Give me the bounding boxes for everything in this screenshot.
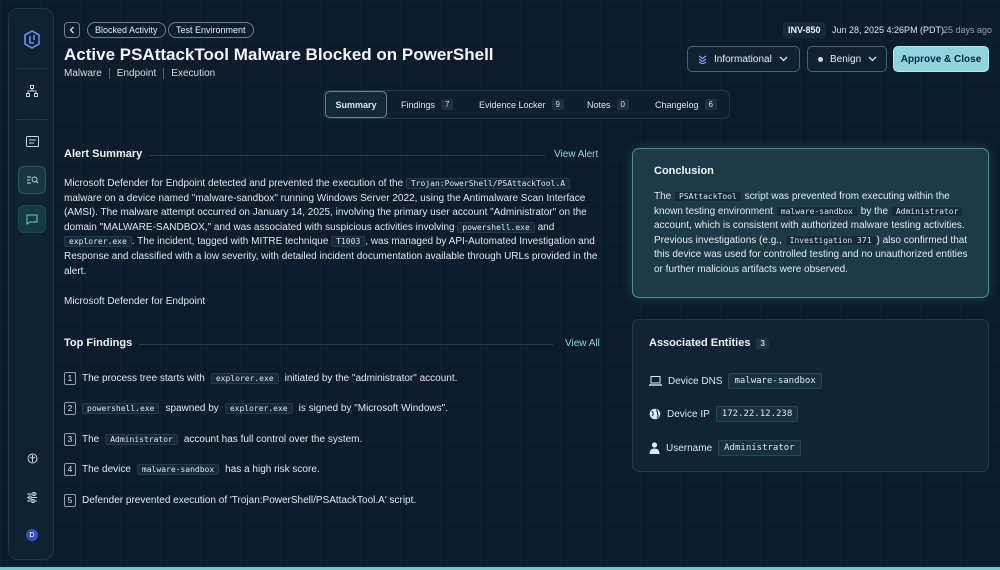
tab-evidence-locker[interactable]: Evidence Locker 9	[479, 91, 564, 118]
section-divider	[150, 155, 545, 156]
top-findings-title: Top Findings	[64, 337, 133, 349]
tab-count: 6	[704, 99, 717, 110]
code-token: T1003	[331, 236, 366, 248]
id-card-icon[interactable]	[18, 127, 46, 155]
back-button[interactable]	[64, 22, 80, 38]
code-token: explorer.exe	[64, 236, 132, 248]
finding-item: 4 The device malware-sandbox has a high …	[64, 463, 320, 476]
verdict-dropdown[interactable]: Benign	[807, 46, 887, 72]
finding-item: 3 The Administrator account has full con…	[64, 433, 362, 446]
entities-count: 3	[756, 337, 769, 349]
entities-title: Associated Entities 3	[649, 337, 769, 349]
severity-label: Informational	[714, 53, 772, 65]
logo-icon[interactable]	[18, 26, 46, 54]
status-dot-icon	[818, 56, 823, 62]
timestamp: Jun 28, 2025 4:26PM (PDT)	[832, 25, 945, 35]
finding-item: 5 Defender prevented execution of 'Troja…	[64, 494, 416, 507]
page-title: Active PSAttackTool Malware Blocked on P…	[64, 45, 494, 64]
verdict-label: Benign	[830, 53, 862, 65]
relative-time: 25 days ago	[943, 25, 993, 35]
tab-count: 0	[616, 99, 629, 110]
breadcrumb-test-environment[interactable]: Test Environment	[168, 22, 254, 38]
tab-label: Notes	[587, 99, 611, 110]
entity-row-device-dns[interactable]: Device DNS malware-sandbox	[649, 373, 822, 389]
alert-summary-text: Microsoft Defender for Endpoint detected…	[64, 178, 598, 277]
tag: Execution	[171, 68, 216, 79]
brain-icon[interactable]	[18, 445, 46, 473]
tab-summary[interactable]: Summary	[325, 91, 387, 118]
associated-entities-card: Associated Entities 3 Device DNS malware…	[632, 319, 989, 472]
globe-icon	[649, 408, 661, 420]
conclusion-text: The PSAttackTool script was prevented fr…	[654, 191, 968, 275]
chevron-left-icon	[69, 26, 74, 34]
hierarchy-icon[interactable]	[18, 77, 46, 105]
severity-dropdown[interactable]: Informational	[687, 46, 800, 72]
chat-icon[interactable]	[18, 205, 46, 233]
tag: Malware	[64, 68, 110, 79]
section-divider	[139, 344, 553, 345]
alert-source: Microsoft Defender for Endpoint	[64, 296, 206, 307]
tab-count: 7	[441, 99, 454, 110]
sidebar: D	[8, 8, 54, 560]
tab-notes[interactable]: Notes 0	[587, 91, 629, 118]
tag: Endpoint	[117, 68, 165, 79]
tab-label: Findings	[401, 99, 436, 110]
sliders-icon[interactable]	[18, 483, 46, 511]
finding-item: 2 powershell.exe spawned by explorer.exe…	[64, 402, 448, 415]
tab-changelog[interactable]: Changelog 6	[655, 91, 717, 118]
code-token: Trojan:PowerShell/PSAttackTool.A	[405, 178, 571, 189]
chevron-down-icon	[868, 56, 877, 62]
alert-summary-title: Alert Summary	[64, 148, 143, 160]
approve-close-button[interactable]: Approve & Close	[893, 46, 989, 72]
chevron-down-icon	[779, 56, 788, 62]
tab-label: Evidence Locker	[479, 99, 546, 110]
avatar[interactable]: D	[26, 529, 38, 541]
breadcrumb-blocked-activity[interactable]: Blocked Activity	[87, 22, 166, 38]
sidebar-divider	[17, 68, 47, 69]
chevrons-down-icon	[698, 55, 707, 64]
tab-bar: Summary Findings 7 Evidence Locker 9 Not…	[323, 90, 730, 119]
tab-count: 9	[551, 99, 564, 110]
tag-list: Malware Endpoint Execution	[64, 68, 229, 79]
tab-label: Summary	[335, 99, 377, 110]
investigation-id: INV-850	[783, 22, 826, 38]
laptop-icon	[649, 376, 662, 386]
view-alert-link[interactable]: View Alert	[554, 149, 598, 160]
code-token: powershell.exe	[457, 221, 535, 233]
sidebar-divider	[17, 119, 47, 120]
tab-findings[interactable]: Findings 7	[401, 91, 454, 118]
search-investigation-icon[interactable]	[18, 166, 46, 194]
finding-item: 1 The process tree starts with explorer.…	[64, 372, 457, 385]
conclusion-title: Conclusion	[654, 165, 714, 177]
view-all-link[interactable]: View All	[565, 338, 600, 349]
user-icon	[649, 442, 660, 454]
entity-row-username[interactable]: Username Administrator	[649, 440, 801, 456]
entity-row-device-ip[interactable]: Device IP 172.22.12.238	[649, 406, 799, 422]
conclusion-card: Conclusion The PSAttackTool script was p…	[632, 148, 989, 298]
tab-label: Changelog	[655, 99, 699, 110]
